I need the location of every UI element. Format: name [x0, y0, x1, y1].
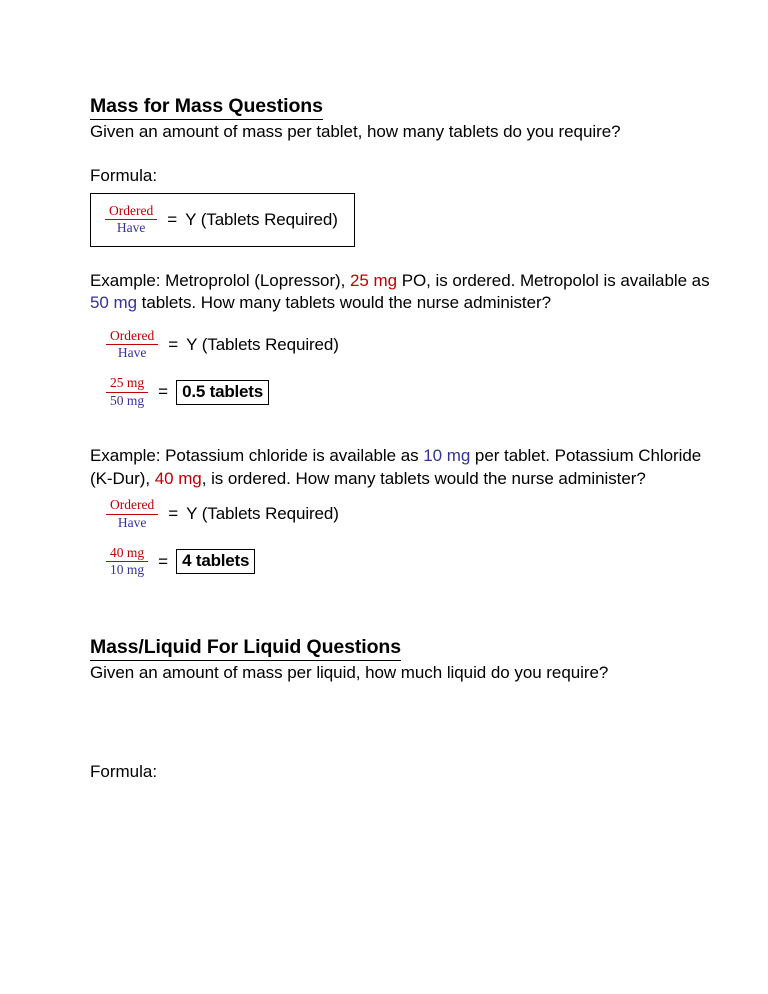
section-intro-mass-for-mass: Given an amount of mass per tablet, how …: [90, 121, 621, 141]
fraction-denominator: 50 mg: [110, 392, 145, 408]
section-intro-mass-liquid-for-liquid: Given an amount of mass per liquid, how …: [90, 663, 609, 683]
formula-label-1: Formula:: [90, 166, 158, 186]
example-1-generic-equation: Ordered Have = Y (Tablets Required): [106, 328, 710, 361]
fraction-numerator: Ordered: [106, 497, 159, 515]
example-1-prefix: Example: Metroprolol (Lopressor),: [90, 270, 351, 290]
fraction-numerator: 25 mg: [106, 376, 149, 393]
example-2-prefix: Example: Potassium chloride is available…: [90, 446, 424, 466]
example-2-text: Example: Potassium chloride is available…: [90, 445, 710, 490]
example-1-text: Example: Metroprolol (Lopressor), 25 mg …: [90, 270, 710, 315]
example-1-middle: PO, is ordered. Metropolol is available …: [397, 270, 710, 290]
equals-sign: =: [168, 334, 179, 354]
fraction-generic: Ordered Have: [105, 203, 158, 236]
example-2-suffix: , is ordered. How many tablets would the…: [201, 468, 646, 488]
formula-result: Y (Tablets Required): [185, 209, 338, 229]
formula-result: Y (Tablets Required): [186, 504, 339, 524]
equals-sign: =: [168, 504, 179, 524]
formula-result: Y (Tablets Required): [186, 334, 339, 354]
example-1-work: Ordered Have = Y (Tablets Required) 25 m…: [90, 328, 710, 408]
section-heading-mass-liquid-for-liquid: Mass/Liquid For Liquid Questions: [90, 637, 401, 662]
fraction-generic: Ordered Have: [106, 497, 159, 530]
example-1-worked-equation: 25 mg 50 mg = 0.5 tablets: [106, 376, 710, 408]
example-2-generic-equation: Ordered Have = Y (Tablets Required): [106, 497, 710, 530]
answer-box-example-1: 0.5 tablets: [176, 379, 270, 405]
fraction-worked: 25 mg 50 mg: [106, 376, 149, 408]
example-2-worked-equation: 40 mg 10 mg = 4 tablets: [106, 545, 710, 578]
example-2-work: Ordered Have = Y (Tablets Required) 40 m…: [90, 497, 710, 578]
example-1-suffix: tablets. How many tablets would the nurs…: [137, 293, 552, 313]
example-2-have-amount: 10 mg: [423, 446, 471, 466]
fraction-numerator: 40 mg: [106, 545, 149, 563]
fraction-numerator: Ordered: [106, 328, 159, 346]
example-1-ordered-amount: 25 mg: [350, 270, 398, 290]
fraction-denominator: Have: [117, 514, 147, 530]
fraction-denominator: Have: [117, 345, 147, 361]
example-2-ordered-amount: 40 mg: [154, 468, 202, 488]
fraction-numerator: Ordered: [105, 203, 158, 221]
formula-equation: Ordered Have = Y (Tablets Required): [105, 203, 338, 236]
equals-sign: =: [158, 551, 169, 571]
answer-box-example-2: 4 tablets: [176, 548, 256, 575]
fraction-denominator: Have: [116, 220, 146, 236]
example-1-have-amount: 50 mg: [90, 293, 137, 313]
fraction-denominator: 10 mg: [110, 562, 145, 578]
equals-sign: =: [158, 382, 169, 402]
document-page: Mass for Mass Questions Given an amount …: [90, 95, 710, 784]
fraction-generic: Ordered Have: [106, 328, 159, 361]
equals-sign: =: [167, 209, 178, 229]
section-heading-mass-for-mass: Mass for Mass Questions: [90, 95, 323, 120]
fraction-worked: 40 mg 10 mg: [106, 545, 149, 578]
formula-label-2: Formula:: [90, 761, 158, 781]
formula-box-mass-for-mass: Ordered Have = Y (Tablets Required): [90, 193, 355, 247]
